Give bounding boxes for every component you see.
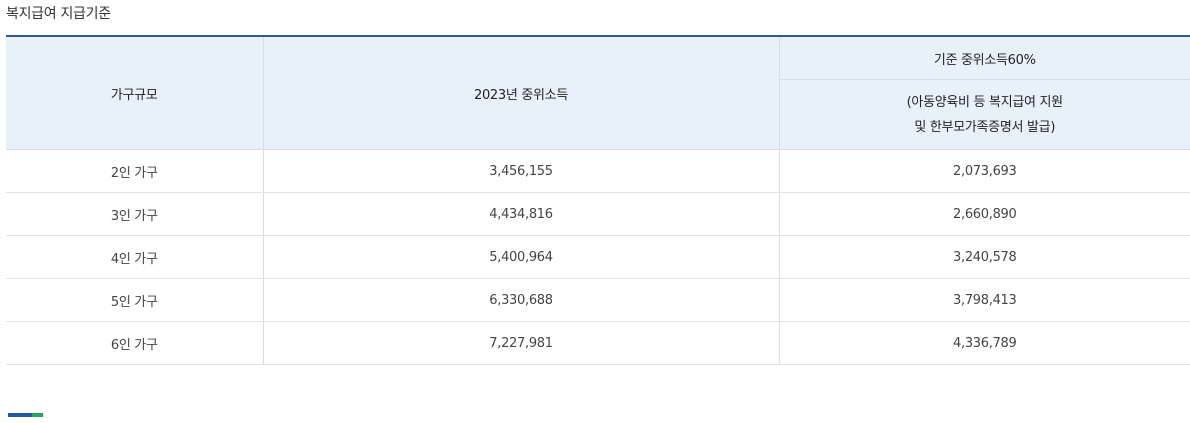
header-criteria-note-line1: (아동양육비 등 복지급여 지원 — [906, 94, 1064, 110]
table-row: 4인 가구 5,400,964 3,240,578 — [6, 235, 1190, 279]
cell-median-income: 5,400,964 — [263, 235, 780, 279]
table-header: 가구규모 2023년 중위소득 기준 중위소득60% (아동양육비 등 복지급여… — [6, 35, 1190, 150]
cell-criteria-60: 3,798,413 — [779, 278, 1190, 322]
welfare-criteria-table-wrapper: 가구규모 2023년 중위소득 기준 중위소득60% (아동양육비 등 복지급여… — [6, 35, 1190, 365]
header-criteria-note: (아동양육비 등 복지급여 지원 및 한부모가족증명서 발급) — [779, 79, 1190, 150]
cell-median-income: 4,434,816 — [263, 192, 780, 236]
cell-median-income: 3,456,155 — [263, 149, 780, 193]
header-criteria-note-line2: 및 한부모가족증명서 발급) — [914, 119, 1056, 135]
header-household-size: 가구규모 — [6, 35, 264, 150]
header-criteria-60: 기준 중위소득60% — [779, 35, 1190, 80]
table-row: 5인 가구 6,330,688 3,798,413 — [6, 278, 1190, 322]
header-median-income: 2023년 중위소득 — [263, 35, 780, 150]
cell-household-size: 3인 가구 — [6, 192, 264, 236]
section-accent-bar — [8, 413, 43, 417]
cell-household-size: 2인 가구 — [6, 149, 264, 193]
table-row: 3인 가구 4,434,816 2,660,890 — [6, 192, 1190, 236]
cell-criteria-60: 3,240,578 — [779, 235, 1190, 279]
cell-median-income: 7,227,981 — [263, 321, 780, 365]
table-row: 6인 가구 7,227,981 4,336,789 — [6, 321, 1190, 365]
cell-household-size: 6인 가구 — [6, 321, 264, 365]
cell-criteria-60: 2,660,890 — [779, 192, 1190, 236]
accent-bar-blue-segment — [8, 413, 32, 417]
accent-bar-green-segment — [32, 413, 43, 417]
table-body: 2인 가구 3,456,155 2,073,693 3인 가구 4,434,81… — [6, 149, 1190, 365]
welfare-criteria-table: 가구규모 2023년 중위소득 기준 중위소득60% (아동양육비 등 복지급여… — [6, 35, 1190, 365]
cell-criteria-60: 2,073,693 — [779, 149, 1190, 193]
cell-criteria-60: 4,336,789 — [779, 321, 1190, 365]
section-title: 복지급여 지급기준 — [6, 6, 111, 22]
cell-household-size: 5인 가구 — [6, 278, 264, 322]
table-row: 2인 가구 3,456,155 2,073,693 — [6, 149, 1190, 193]
cell-median-income: 6,330,688 — [263, 278, 780, 322]
cell-household-size: 4인 가구 — [6, 235, 264, 279]
